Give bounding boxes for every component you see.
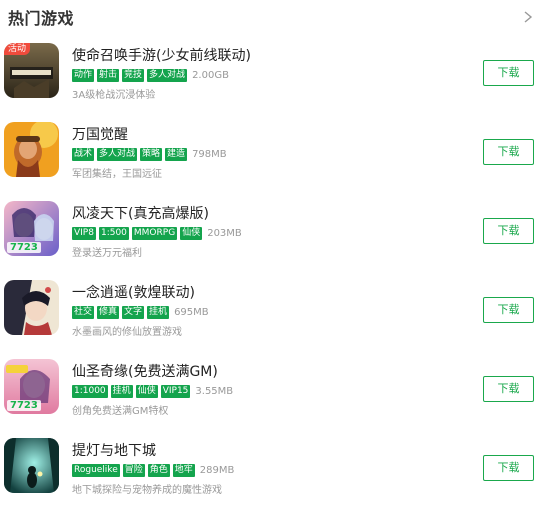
publisher-badge: 7723	[7, 242, 41, 253]
yinianxiaoyao-game-icon[interactable]	[4, 280, 59, 335]
game-tag: 1:1000	[72, 384, 108, 398]
game-tag: 战术	[72, 147, 95, 161]
chevron-right-icon[interactable]	[521, 10, 535, 24]
game-name[interactable]: 风凌天下(真充高爆版)	[72, 203, 209, 223]
game-tag: VIP8	[72, 226, 96, 240]
event-badge: 活动	[4, 43, 31, 55]
download-button[interactable]: 下载	[483, 218, 534, 244]
game-description: 水墨画风的修仙放置游戏	[72, 327, 182, 338]
game-meta: 战术 多人对战 策略 建造 798MB	[72, 147, 227, 161]
download-button[interactable]: 下载	[483, 60, 534, 86]
game-tag: 地牢	[172, 463, 195, 477]
game-tag: MMORPG	[131, 226, 178, 240]
game-meta: VIP8 1:500 MMORPG 仙侠 203MB	[72, 226, 242, 240]
publisher-badge: 7723	[7, 400, 41, 411]
rise-of-kingdoms-game-icon[interactable]	[4, 122, 59, 177]
game-tag: VIP15	[160, 384, 191, 398]
download-button[interactable]: 下载	[483, 455, 534, 481]
game-row[interactable]: 7723 风凌天下(真充高爆版) VIP8 1:500 MMORPG 仙侠 20…	[0, 198, 536, 262]
game-row[interactable]: 7723 仙圣奇缘(免费送满GM) 1:1000 挂机 仙侠 VIP15 3.5…	[0, 356, 536, 420]
game-tag: Roguelike	[72, 463, 120, 477]
download-button[interactable]: 下载	[483, 376, 534, 402]
download-button[interactable]: 下载	[483, 297, 534, 323]
game-name[interactable]: 提灯与地下城	[72, 440, 156, 460]
call-of-duty-game-icon[interactable]: 活动	[4, 43, 59, 98]
game-size: 203MB	[207, 227, 242, 239]
game-tag: 动作	[72, 68, 95, 82]
game-tag: 射击	[97, 68, 120, 82]
game-name[interactable]: 万国觉醒	[72, 124, 128, 144]
fenglingtianxia-game-icon[interactable]: 7723	[4, 201, 59, 256]
download-button[interactable]: 下载	[483, 139, 534, 165]
game-meta: 1:1000 挂机 仙侠 VIP15 3.55MB	[72, 384, 233, 398]
game-tag: 修真	[97, 305, 120, 319]
game-name[interactable]: 仙圣奇缘(免费送满GM)	[72, 361, 218, 381]
game-tag: 1:500	[98, 226, 129, 240]
game-row[interactable]: 一念逍遥(敦煌联动) 社交 修真 文字 挂机 695MB 水墨画风的修仙放置游戏…	[0, 277, 536, 341]
game-description: 地下城探险与宠物养成的魔性游戏	[72, 485, 222, 496]
game-tag: 仙侠	[135, 384, 158, 398]
game-description: 登录送万元福利	[72, 248, 142, 259]
game-size: 798MB	[192, 148, 227, 160]
game-tag: 策略	[140, 147, 163, 161]
game-meta: Roguelike 冒险 角色 地牢 289MB	[72, 463, 234, 477]
game-meta: 动作 射击 竞技 多人对战 2.00GB	[72, 68, 229, 82]
game-tag: 仙侠	[180, 226, 203, 240]
game-name[interactable]: 一念逍遥(敦煌联动)	[72, 282, 195, 302]
game-meta: 社交 修真 文字 挂机 695MB	[72, 305, 209, 319]
game-tag: 挂机	[147, 305, 170, 319]
game-tag: 社交	[72, 305, 95, 319]
lantern-dungeon-game-icon[interactable]	[4, 438, 59, 493]
game-tag: 建造	[165, 147, 188, 161]
game-tag: 文字	[122, 305, 145, 319]
game-row[interactable]: 活动 使命召唤手游(少女前线联动) 动作 射击 竞技 多人对战 2.00GB 3…	[0, 40, 536, 104]
game-description: 3A级枪战沉浸体验	[72, 90, 156, 101]
game-size: 289MB	[199, 464, 235, 476]
game-row[interactable]: 万国觉醒 战术 多人对战 策略 建造 798MB 军团集结，王国远征 下载	[0, 119, 536, 183]
game-description: 创角免费送满GM特权	[72, 406, 169, 417]
game-tag: 冒险	[122, 463, 145, 477]
game-tag: 多人对战	[147, 68, 188, 82]
game-size: 695MB	[174, 306, 209, 318]
game-tag: 角色	[147, 463, 170, 477]
game-tag: 竞技	[122, 68, 145, 82]
game-tag: 多人对战	[97, 147, 138, 161]
game-row[interactable]: 提灯与地下城 Roguelike 冒险 角色 地牢 289MB 地下城探险与宠物…	[0, 435, 536, 499]
game-description: 军团集结，王国远征	[72, 169, 162, 180]
section-title: 热门游戏	[8, 9, 75, 28]
game-name[interactable]: 使命召唤手游(少女前线联动)	[72, 45, 251, 65]
game-size: 3.55MB	[195, 385, 234, 397]
game-tag: 挂机	[110, 384, 133, 398]
xianshengqiyuan-game-icon[interactable]: 7723	[4, 359, 59, 414]
game-size: 2.00GB	[192, 69, 229, 81]
section-header: 热门游戏	[0, 0, 536, 36]
